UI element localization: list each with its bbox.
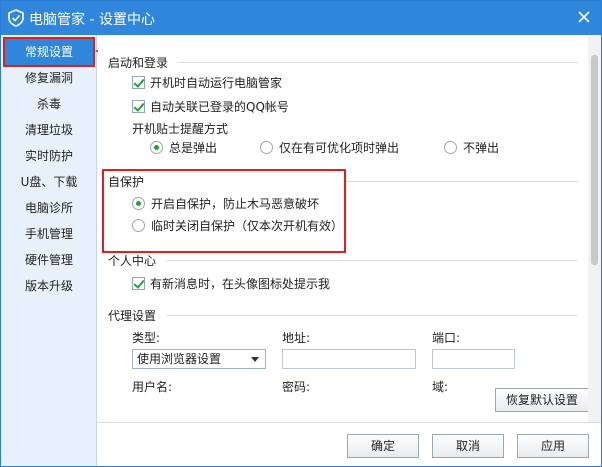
radio-circle[interactable] xyxy=(132,197,145,210)
tip-when-optimizable-radio[interactable]: 仅在有可优化项时弹出 xyxy=(260,139,399,156)
tip-never-radio[interactable]: 不弹出 xyxy=(444,139,499,156)
tip-always-radio[interactable]: 总是弹出 xyxy=(150,139,217,156)
cancel-button[interactable]: 取消 xyxy=(432,434,504,458)
proxy-port-input[interactable] xyxy=(432,349,515,369)
checkbox-box[interactable] xyxy=(132,100,145,113)
checkbox-box[interactable] xyxy=(132,277,145,290)
content-scrollbar[interactable] xyxy=(588,35,601,422)
shield-logo-icon xyxy=(8,9,24,27)
sidebar-item-hardware[interactable]: 硬件管理 xyxy=(5,247,93,273)
checkbox-box[interactable] xyxy=(132,76,145,89)
scrollbar-thumb[interactable] xyxy=(591,55,598,265)
section-title-self-protect: 自保护 xyxy=(108,175,145,189)
proxy-port-label: 端口: xyxy=(432,331,461,345)
self-protect-off-radio[interactable]: 临时关闭自保护（仅本次开机有效） xyxy=(132,217,343,234)
window-title: 电脑管家 - 设置中心 xyxy=(29,12,155,28)
section-title-proxy: 代理设置 xyxy=(108,309,157,323)
sidebar-item-general[interactable]: 常规设置 xyxy=(3,37,95,67)
close-icon[interactable] xyxy=(575,8,593,26)
self-protect-on-radio[interactable]: 开启自保护，防止木马恶意破坏 xyxy=(132,195,319,212)
sidebar-item-fix-vuln[interactable]: 修复漏洞 xyxy=(5,65,93,91)
apply-button[interactable]: 应用 xyxy=(517,434,589,458)
auto-link-qq-checkbox[interactable]: 自动关联已登录的QQ帐号 xyxy=(132,98,289,115)
footer-divider xyxy=(98,422,601,423)
sidebar-item-upgrade[interactable]: 版本升级 xyxy=(5,273,93,299)
radio-circle[interactable] xyxy=(444,141,457,154)
proxy-address-label: 地址: xyxy=(282,331,311,345)
settings-window: 电脑管家 - 设置中心 常规设置 修复漏洞 杀毒 清理垃圾 实时防护 U盘、下载… xyxy=(0,0,602,467)
settings-content: 启动和登录 开机时自动运行电脑管家 自动关联已登录的QQ帐号 开机贴士提醒方式 … xyxy=(98,35,588,422)
radio-circle[interactable] xyxy=(260,141,273,154)
section-title-personal: 个人中心 xyxy=(108,254,157,268)
section-divider xyxy=(166,315,578,316)
proxy-username-label: 用户名: xyxy=(132,380,173,394)
tip-mode-label: 开机贴士提醒方式 xyxy=(132,122,229,136)
sidebar-item-usb-download[interactable]: U盘、下载 xyxy=(5,169,93,195)
proxy-address-input[interactable] xyxy=(282,349,416,369)
sidebar-item-clean[interactable]: 清理垃圾 xyxy=(5,117,93,143)
sidebar-item-realtime[interactable]: 实时防护 xyxy=(5,143,93,169)
proxy-type-label: 类型: xyxy=(132,331,161,345)
section-divider xyxy=(178,62,578,63)
notify-avatar-checkbox[interactable]: 有新消息时，在头像图标处提示我 xyxy=(132,275,330,292)
restore-default-button[interactable]: 恢复默认设置 xyxy=(495,388,589,412)
radio-circle[interactable] xyxy=(150,141,163,154)
section-divider xyxy=(166,260,578,261)
sidebar-item-antivirus[interactable]: 杀毒 xyxy=(5,91,93,117)
proxy-domain-label: 域: xyxy=(432,380,449,394)
radio-circle[interactable] xyxy=(132,219,145,232)
sidebar-item-clinic[interactable]: 电脑诊所 xyxy=(5,195,93,221)
ok-button[interactable]: 确定 xyxy=(347,434,419,458)
sidebar-item-phone[interactable]: 手机管理 xyxy=(5,221,93,247)
proxy-password-label: 密码: xyxy=(282,380,311,394)
proxy-type-select[interactable]: 使用浏览器设置 xyxy=(132,349,266,369)
title-bar[interactable]: 电脑管家 - 设置中心 xyxy=(1,1,601,35)
section-divider xyxy=(346,181,578,182)
section-title-startup: 启动和登录 xyxy=(108,56,169,70)
sidebar: 常规设置 修复漏洞 杀毒 清理垃圾 实时防护 U盘、下载 电脑诊所 手机管理 硬… xyxy=(1,35,97,466)
auto-run-checkbox[interactable]: 开机时自动运行电脑管家 xyxy=(132,74,282,91)
chevron-down-icon xyxy=(251,357,259,362)
